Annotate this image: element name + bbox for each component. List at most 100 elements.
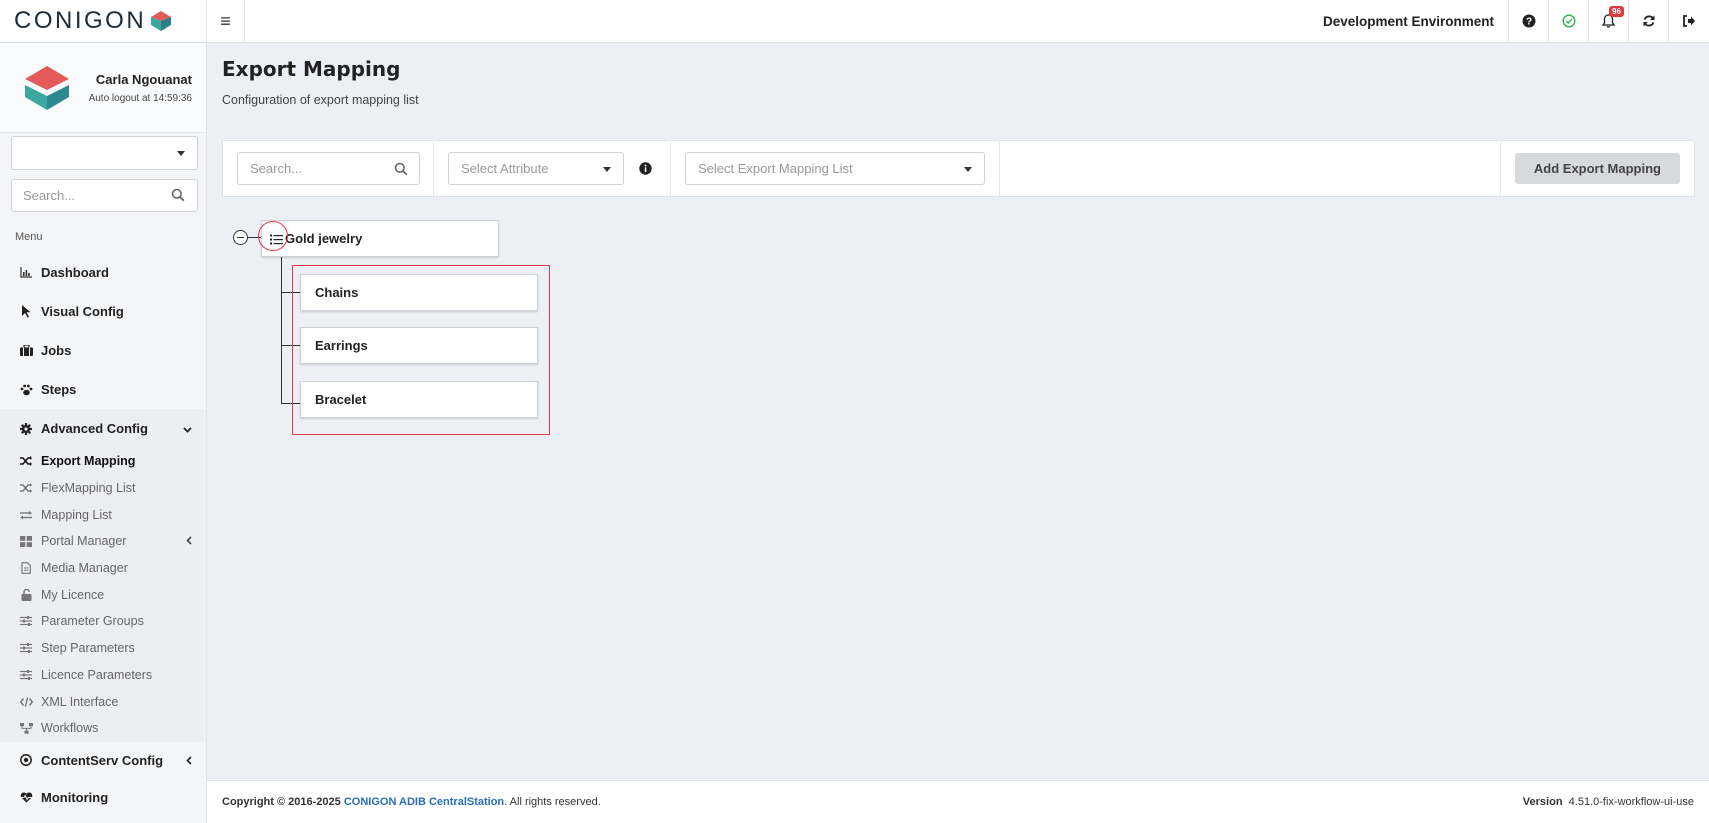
version-info: Version 4.51.0-fix-workflow-ui-use xyxy=(1523,796,1694,808)
user-name: Carla Ngouanat xyxy=(95,71,192,87)
export-mapping-list-select[interactable]: Select Export Mapping List xyxy=(685,152,985,185)
menu-label: Menu xyxy=(15,231,43,243)
swap-icon xyxy=(19,510,33,520)
chevron-left-icon xyxy=(186,753,192,768)
sidebar-item-media-manager[interactable]: Media Manager xyxy=(0,555,206,582)
sidebar-select[interactable] xyxy=(11,136,198,170)
sidebar-item-mapping-list[interactable]: Mapping List xyxy=(0,501,206,528)
sidebar-item-label: My Licence xyxy=(41,587,105,602)
sidebar-item-monitoring[interactable]: Monitoring xyxy=(0,779,206,816)
info-icon[interactable] xyxy=(639,162,652,175)
attribute-select-placeholder: Select Attribute xyxy=(461,161,549,176)
file-icon xyxy=(19,562,33,574)
logo-text: CONIGON xyxy=(14,7,147,34)
refresh-icon[interactable] xyxy=(1629,0,1669,43)
cursor-icon xyxy=(19,305,33,318)
search-field xyxy=(237,152,420,185)
sliders-icon xyxy=(19,643,33,654)
search-icon[interactable] xyxy=(394,162,408,179)
sidebar-item-portal-manager[interactable]: Portal Manager xyxy=(0,528,206,555)
chevron-down-icon xyxy=(603,167,611,172)
sidebar-item-jobs[interactable]: Jobs xyxy=(0,331,206,370)
sitemap-icon xyxy=(19,722,33,734)
briefcase-icon xyxy=(19,345,33,356)
sidebar-item-label: Jobs xyxy=(41,343,72,358)
user-panel: Carla Ngouanat Auto logout at 14:59:36 xyxy=(0,43,206,133)
logo-mark-icon xyxy=(151,11,172,31)
highlight-circle xyxy=(258,221,288,251)
page-subtitle: Configuration of export mapping list xyxy=(222,93,419,107)
sidebar-item-contentserv-config[interactable]: ContentServ Config xyxy=(0,742,206,779)
hamburger-menu-icon[interactable]: ≡ xyxy=(207,0,245,43)
sidebar-item-parameter-groups[interactable]: Parameter Groups xyxy=(0,608,206,635)
sidebar-item-steps[interactable]: Steps xyxy=(0,370,206,409)
sidebar-item-label: FlexMapping List xyxy=(41,481,136,496)
version-label: Version xyxy=(1522,796,1563,808)
collapse-toggle-icon[interactable] xyxy=(233,230,248,245)
sliders-icon xyxy=(19,669,33,680)
attribute-select[interactable]: Select Attribute xyxy=(448,152,624,185)
sidebar-item-my-licence[interactable]: My Licence xyxy=(0,581,206,608)
copyright-text: Copyright © 2016-2025 CONIGON ADIB Centr… xyxy=(222,796,601,808)
footer: Copyright © 2016-2025 CONIGON ADIB Centr… xyxy=(207,780,1709,823)
notifications-bell-icon[interactable]: 96 xyxy=(1589,0,1629,43)
sidebar-item-label: Workflows xyxy=(41,721,99,736)
sidebar-item-flexmapping-list[interactable]: FlexMapping List xyxy=(0,475,206,502)
sliders-icon xyxy=(19,616,33,627)
chevron-down-icon xyxy=(177,151,185,156)
grid-icon xyxy=(19,535,33,547)
sidebar-item-label: Licence Parameters xyxy=(41,667,153,682)
chevron-down-icon xyxy=(183,421,192,436)
shuffle-icon xyxy=(19,456,33,467)
status-ok-icon[interactable] xyxy=(1549,0,1589,43)
unlock-icon xyxy=(19,588,33,601)
version-value: 4.51.0-fix-workflow-ui-use xyxy=(1568,796,1694,808)
sidebar-item-licence-parameters[interactable]: Licence Parameters xyxy=(0,662,206,689)
sidebar-search-input[interactable] xyxy=(12,180,162,211)
search-icon[interactable] xyxy=(171,188,185,205)
advanced-config-submenu: Export Mapping FlexMapping List Mapping … xyxy=(0,448,206,742)
heartbeat-icon xyxy=(19,792,33,803)
sidebar-item-dashboard[interactable]: Dashboard xyxy=(0,253,206,292)
sidebar-item-label: ContentServ Config xyxy=(41,752,164,768)
highlight-rectangle xyxy=(292,265,550,435)
sidebar-item-export-mapping[interactable]: Export Mapping xyxy=(0,448,206,475)
search-input[interactable] xyxy=(238,153,378,184)
chevron-down-icon xyxy=(964,167,972,172)
sidebar-nav: Dashboard Visual Config Jobs Steps Advan… xyxy=(0,253,206,816)
sidebar-item-label: Advanced Config xyxy=(41,421,148,436)
toolbar: Select Attribute Select Export Mapping L… xyxy=(222,140,1695,197)
chevron-left-icon xyxy=(186,534,192,548)
logout-icon[interactable] xyxy=(1669,0,1709,43)
logo[interactable]: CONIGON xyxy=(0,0,207,43)
sidebar-item-label: XML Interface xyxy=(41,694,119,709)
main-content: Export Mapping Configuration of export m… xyxy=(207,43,1709,780)
sidebar-item-label: Mapping List xyxy=(41,507,112,522)
sidebar-item-xml-interface[interactable]: XML Interface xyxy=(0,688,206,715)
page-title: Export Mapping xyxy=(222,57,401,81)
svg-text:?: ? xyxy=(1525,17,1531,28)
sidebar-item-label: Parameter Groups xyxy=(41,614,144,629)
sidebar-item-workflows[interactable]: Workflows xyxy=(0,715,206,742)
company-link[interactable]: CONIGON ADIB CentralStation xyxy=(344,796,504,808)
sidebar-item-visual-config[interactable]: Visual Config xyxy=(0,292,206,331)
environment-label: Development Environment xyxy=(1309,0,1509,43)
target-icon xyxy=(19,754,33,767)
sidebar-item-label: Media Manager xyxy=(41,561,128,576)
add-export-mapping-button[interactable]: Add Export Mapping xyxy=(1514,153,1680,184)
sidebar-item-advanced-config[interactable]: Advanced Config xyxy=(0,409,206,448)
export-mapping-list-placeholder: Select Export Mapping List xyxy=(698,161,853,176)
notification-badge: 96 xyxy=(1609,5,1624,17)
sidebar-item-label: Steps xyxy=(41,382,77,397)
code-icon xyxy=(19,696,33,707)
auto-logout-text: Auto logout at 14:59:36 xyxy=(88,92,192,104)
tree-node-root[interactable]: Gold jewelry xyxy=(261,220,499,257)
sidebar-search xyxy=(11,179,198,212)
sidebar-item-label: Portal Manager xyxy=(41,534,127,549)
shuffle-icon xyxy=(19,483,33,494)
help-icon[interactable]: ? xyxy=(1509,0,1549,43)
tree-node-label: Gold jewelry xyxy=(285,231,363,246)
sidebar-item-label: Monitoring xyxy=(41,789,109,805)
top-bar: CONIGON ≡ Development Environment ? 96 xyxy=(0,0,1709,43)
sidebar-item-step-parameters[interactable]: Step Parameters xyxy=(0,635,206,662)
